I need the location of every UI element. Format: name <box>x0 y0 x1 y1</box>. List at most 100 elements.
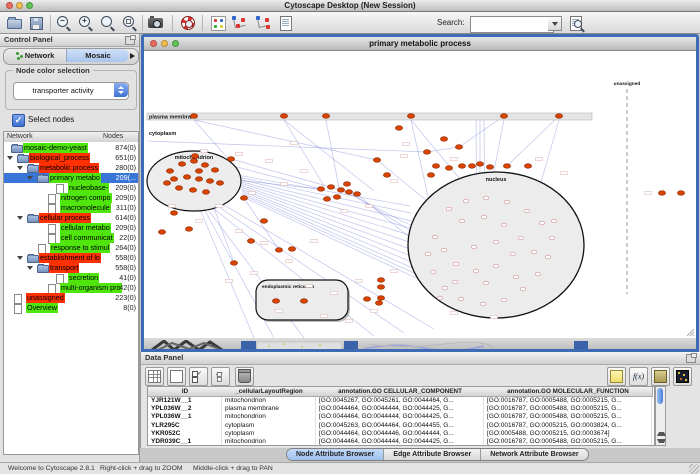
table-cell[interactable]: plasma membrane <box>222 405 316 413</box>
nucleus-node[interactable] <box>531 250 537 254</box>
nucleus-node[interactable] <box>518 236 524 240</box>
notes-icon[interactable] <box>607 367 626 386</box>
gene-node[interactable] <box>211 168 218 173</box>
table-cell[interactable]: mitochondrion <box>222 397 316 405</box>
edge[interactable] <box>459 116 504 147</box>
nucleus-node[interactable] <box>453 262 459 266</box>
gene-node[interactable] <box>191 154 198 159</box>
gene-node[interactable] <box>170 211 177 216</box>
tree-row-multi-organism-pro[interactable]: multi-organism pro42(0) <box>4 283 138 293</box>
attribute-table-icon[interactable] <box>145 367 164 386</box>
gene-node[interactable] <box>445 166 452 171</box>
table-cell[interactable]: mitochondrion <box>222 438 316 446</box>
gene-node[interactable] <box>202 190 209 195</box>
gene-node[interactable] <box>524 164 531 169</box>
gene-node[interactable] <box>333 195 340 200</box>
gene-node[interactable] <box>455 145 462 150</box>
node-color-combo[interactable]: transporter activity <box>13 82 129 100</box>
gene-node[interactable] <box>555 114 562 119</box>
nucleus-node[interactable] <box>459 219 465 223</box>
edge[interactable] <box>242 193 433 277</box>
tree-row-unassigned[interactable]: unassigned223(0) <box>4 293 138 303</box>
table-cell[interactable]: [GO:0016787, GO:0005488, GO:0005215, G..… <box>484 405 652 413</box>
table-cell[interactable]: YDR039C__1 <box>148 438 222 446</box>
attribute-table[interactable]: ID_cellularLayoutRegionannotation.GO CEL… <box>147 386 655 446</box>
gene-node[interactable] <box>353 192 360 197</box>
gene-node[interactable] <box>189 188 196 193</box>
edge[interactable] <box>326 120 339 188</box>
float-data-panel-icon[interactable] <box>686 354 696 363</box>
zoom-selected-region-icon[interactable] <box>100 15 117 31</box>
nucleus-node[interactable] <box>551 219 557 223</box>
tree-row-establishment-of-lo[interactable]: establishment of lo558(0) <box>4 253 138 263</box>
tab-node-attribute-browser[interactable]: Node Attribute Browser <box>287 449 384 460</box>
gene-node[interactable] <box>185 227 192 232</box>
nucleus-node[interactable] <box>446 207 452 211</box>
gene-node[interactable] <box>423 150 430 155</box>
vizmapper-icon[interactable] <box>210 15 227 31</box>
tab-edge-attribute-browser[interactable]: Edge Attribute Browser <box>384 449 481 460</box>
nucleus-node[interactable] <box>501 298 507 302</box>
gene-node[interactable] <box>432 164 439 169</box>
edge[interactable] <box>427 147 459 152</box>
tree-row-response-to-stimul[interactable]: response to stimul264(0) <box>4 243 138 253</box>
table-cell[interactable]: YPL036W__1 <box>148 413 222 421</box>
gene-node[interactable] <box>375 301 382 306</box>
nucleus-node[interactable] <box>539 221 545 225</box>
help-lifering-icon[interactable] <box>180 15 197 31</box>
gene-node[interactable] <box>166 169 173 174</box>
nucleus-node[interactable] <box>483 196 489 200</box>
table-cell[interactable]: YJR121W__1 <box>148 397 222 405</box>
gene-node[interactable] <box>440 137 447 142</box>
table-cell[interactable]: [GO:0045267, GO:0045261, GO:0044464, G..… <box>316 397 484 405</box>
gene-node[interactable] <box>195 169 202 174</box>
nucleus-node[interactable] <box>493 264 499 268</box>
select-nodes-checkbox[interactable]: ✓ <box>12 114 25 127</box>
edge[interactable] <box>242 191 428 269</box>
edge[interactable] <box>238 177 411 213</box>
gene-node[interactable] <box>363 297 370 302</box>
table-cell[interactable]: [GO:0016787, GO:0005215, GO:0003824, G..… <box>484 422 652 430</box>
gene-node[interactable] <box>395 126 402 131</box>
nucleus-node[interactable] <box>471 245 477 249</box>
tree-row-cellular-process[interactable]: cellular process614(0) <box>4 213 138 223</box>
tree-row-transport[interactable]: transport558(0) <box>4 263 138 273</box>
open-file-icon[interactable] <box>6 15 23 31</box>
gene-node[interactable] <box>158 230 165 235</box>
disclosure-triangle-icon[interactable] <box>7 156 13 160</box>
select-attributes-icon[interactable] <box>189 367 208 386</box>
table-cell[interactable]: [GO:0044464, GO:0044444, GO:0044425, G..… <box>316 405 484 413</box>
table-cell[interactable]: [GO:0016787, GO:0005488, GO:0005215, G..… <box>484 397 652 405</box>
edge[interactable] <box>148 141 427 152</box>
gene-node[interactable] <box>458 164 465 169</box>
nucleus-node[interactable] <box>441 248 447 252</box>
edge[interactable] <box>284 120 374 191</box>
table-cell[interactable]: cytoplasm <box>222 422 316 430</box>
edge[interactable] <box>377 160 427 201</box>
table-cell[interactable]: [GO:0016787, GO:0005488, GO:0005215, G..… <box>484 438 652 446</box>
gene-node[interactable] <box>230 261 237 266</box>
gene-node[interactable] <box>190 114 197 119</box>
gene-node[interactable] <box>170 177 177 182</box>
tree-row-nitrogen-compo[interactable]: nitrogen compo209(0) <box>4 193 138 203</box>
nucleus-node[interactable] <box>481 215 487 219</box>
edge[interactable] <box>199 207 254 338</box>
gene-node[interactable] <box>658 191 665 196</box>
float-panel-icon[interactable] <box>125 36 135 45</box>
nucleus-node[interactable] <box>473 269 479 273</box>
nucleus-node[interactable] <box>458 297 464 301</box>
new-network-all-edges-icon[interactable] <box>232 15 249 31</box>
gene-node[interactable] <box>280 114 287 119</box>
gene-node[interactable] <box>500 114 507 119</box>
gene-node[interactable] <box>486 165 493 170</box>
edge[interactable] <box>507 116 559 166</box>
gene-node[interactable] <box>345 190 352 195</box>
table-cell[interactable]: YLR295C <box>148 422 222 430</box>
import-attributes-icon[interactable] <box>651 367 670 386</box>
nucleus-node[interactable] <box>463 199 469 203</box>
tree-row-metabolic-process[interactable]: metabolic process280(0) <box>4 163 138 173</box>
zoom-fit-icon[interactable] <box>122 15 139 31</box>
gene-node[interactable] <box>227 157 234 162</box>
nucleus-node[interactable] <box>513 275 519 279</box>
table-scrollbar[interactable] <box>655 386 666 446</box>
